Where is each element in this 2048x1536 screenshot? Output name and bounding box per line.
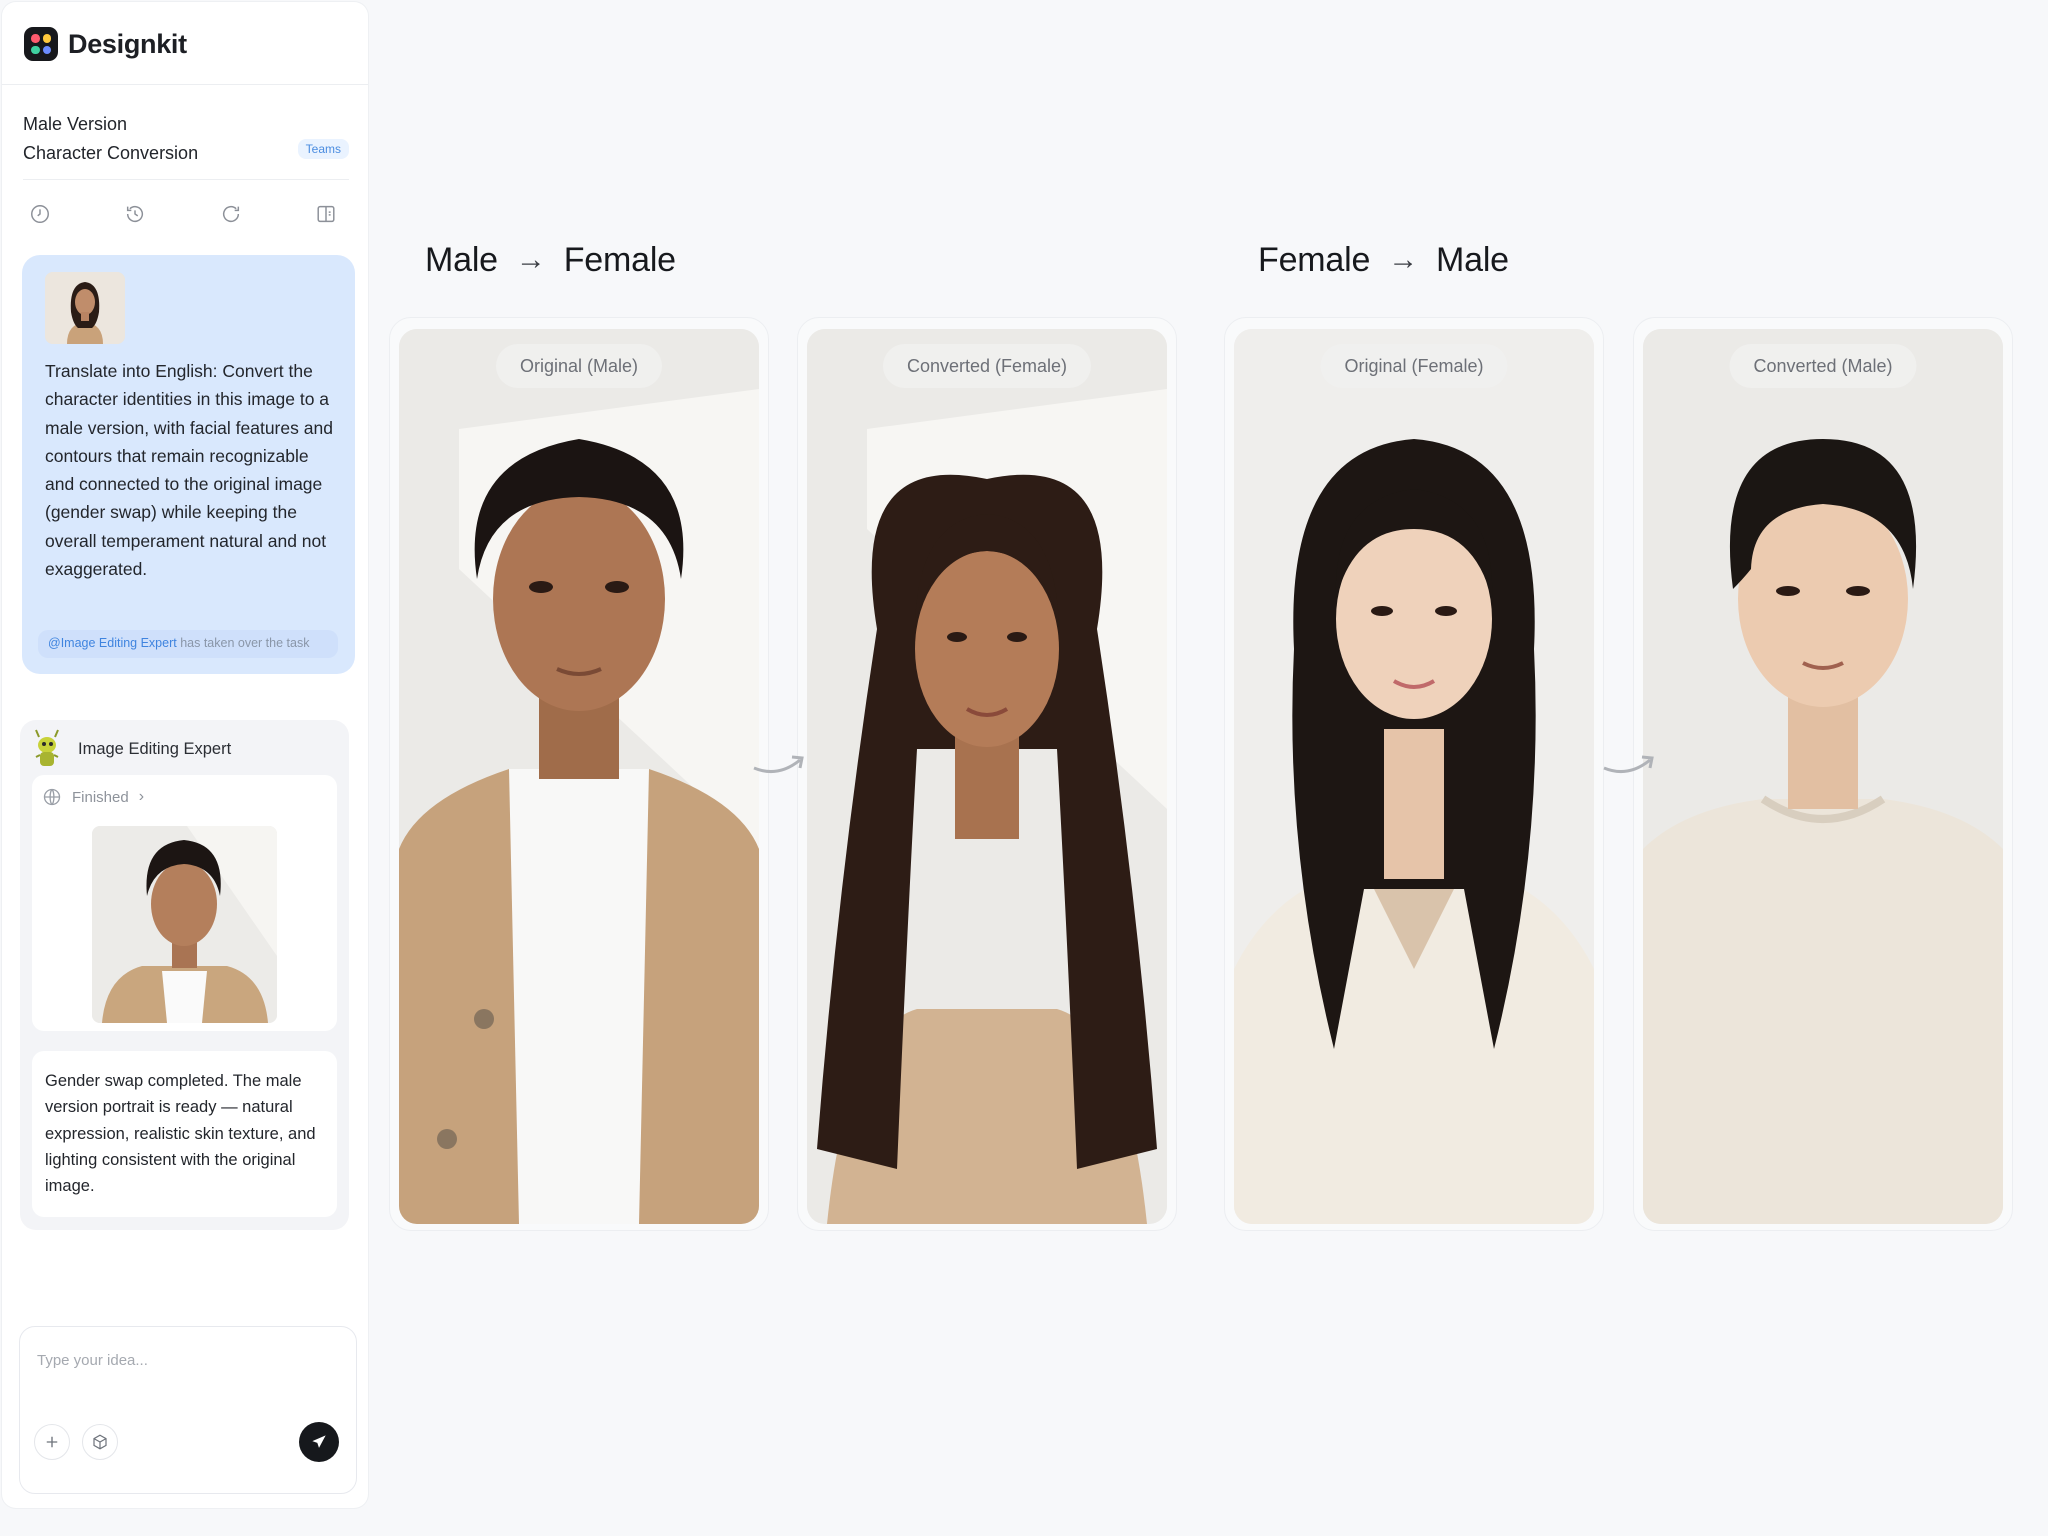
task-status[interactable]: Finished › xyxy=(42,785,144,809)
teams-badge[interactable]: Teams xyxy=(297,139,349,159)
sidebar: Designkit Male Version Character Convers… xyxy=(2,2,368,1508)
image-panel-original-male[interactable]: Original (Male) xyxy=(399,329,759,1224)
add-attachment-button[interactable] xyxy=(34,1424,70,1460)
group-title-female-to-male: Female → Male xyxy=(1258,236,1509,284)
portrait-image xyxy=(1234,329,1594,1224)
designkit-logo-icon xyxy=(24,27,58,61)
image-panel-converted-male[interactable]: Converted (Male) xyxy=(1643,329,2003,1224)
panel-label: Converted (Male) xyxy=(1729,344,1917,388)
message-composer xyxy=(19,1326,357,1494)
app-name: Designkit xyxy=(68,28,187,59)
user-message-card: Translate into English: Convert the char… xyxy=(22,255,355,674)
divider xyxy=(23,179,349,180)
clock-icon[interactable] xyxy=(24,198,56,230)
group-from-label: Female xyxy=(1258,240,1371,279)
image-panel-original-female[interactable]: Original (Female) xyxy=(1234,329,1594,1224)
send-button[interactable] xyxy=(299,1422,339,1462)
agent-mention[interactable]: @Image Editing Expert xyxy=(48,636,177,650)
group-to-label: Male xyxy=(1436,240,1509,279)
chevron-right-icon: › xyxy=(138,788,145,805)
curved-arrow-icon xyxy=(1603,755,1654,774)
group-from-label: Male xyxy=(425,240,498,279)
curved-arrow-icon xyxy=(753,755,804,774)
send-icon xyxy=(312,1435,326,1448)
portrait-image xyxy=(807,329,1167,1224)
image-panel-converted-female[interactable]: Converted (Female) xyxy=(807,329,1167,1224)
project-title-line1: Male Version xyxy=(23,114,128,134)
agent-result-box: Finished › xyxy=(32,775,337,1031)
agent-message-box: Gender swap completed. The male version … xyxy=(32,1051,337,1217)
handoff-notice: @Image Editing Expert has taken over the… xyxy=(38,630,338,658)
agent-message-text: Gender swap completed. The male version … xyxy=(45,1072,316,1196)
panel-icon[interactable] xyxy=(310,198,342,230)
arrow-right-icon: → xyxy=(515,243,546,276)
panel-label: Original (Female) xyxy=(1320,344,1508,388)
agent-response-card: Image Editing Expert Finished › Gender s… xyxy=(20,720,349,1230)
project-header: Male Version Character Conversion Teams xyxy=(23,110,349,168)
handoff-text: has taken over the task xyxy=(176,636,310,650)
prompt-input[interactable] xyxy=(37,1345,337,1375)
portrait-image xyxy=(1643,329,2003,1224)
user-message-text: Translate into English: Convert the char… xyxy=(45,361,333,580)
brand[interactable]: Designkit xyxy=(24,24,187,64)
agent-mascot-icon xyxy=(35,729,59,766)
status-label: Finished xyxy=(72,788,129,806)
history-icon[interactable] xyxy=(119,198,151,230)
group-title-male-to-female: Male → Female xyxy=(425,236,676,284)
portrait-image xyxy=(399,329,759,1224)
arrow-right-icon: → xyxy=(1388,243,1418,276)
result-image-thumbnail[interactable] xyxy=(92,826,277,1023)
plus-icon xyxy=(46,1436,58,1448)
model-button[interactable] xyxy=(82,1424,118,1460)
sidebar-toolbar xyxy=(24,198,342,230)
group-to-label: Female xyxy=(563,240,676,279)
cube-icon xyxy=(93,1434,107,1450)
panel-label: Original (Male) xyxy=(495,344,663,388)
agent-name: Image Editing Expert xyxy=(78,739,232,758)
divider xyxy=(2,84,368,85)
refresh-icon[interactable] xyxy=(215,198,247,230)
panel-label: Converted (Female) xyxy=(882,344,1092,388)
attached-image-thumbnail[interactable] xyxy=(45,272,125,344)
agent-header: Image Editing Expert xyxy=(30,727,231,771)
globe-icon xyxy=(43,788,61,806)
